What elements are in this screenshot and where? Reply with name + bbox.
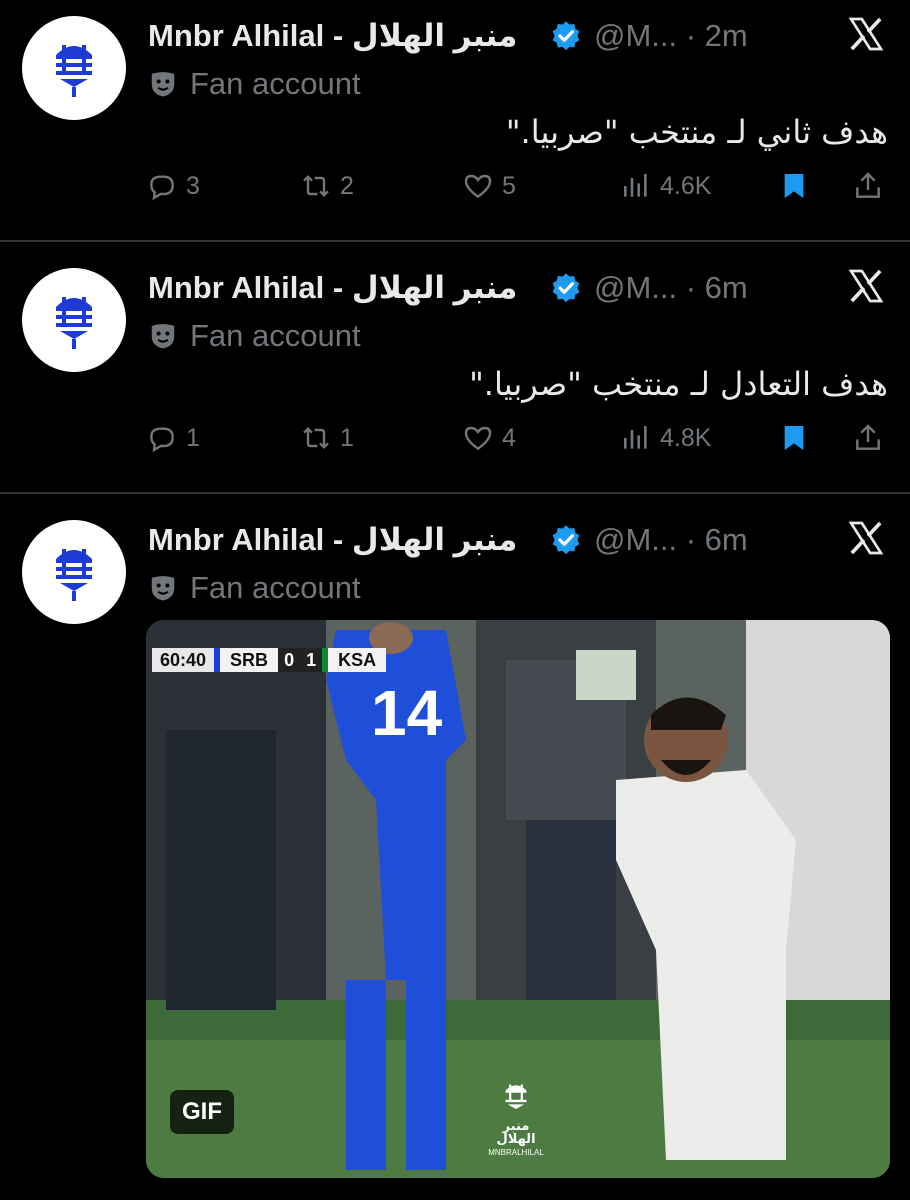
jersey-number: 14	[371, 677, 443, 749]
media-gif[interactable]: 14 60:40 SRB 0 1 KSA منبر الهلال MNBRALH…	[146, 620, 890, 1178]
fan-account-label: Fan account	[148, 318, 361, 354]
gif-badge[interactable]: GIF	[170, 1090, 234, 1134]
share-button[interactable]	[852, 170, 884, 202]
fan-account-label: Fan account	[148, 570, 361, 606]
alhilal-logo-icon	[56, 297, 92, 349]
like-count: 4	[502, 423, 516, 452]
repost-button[interactable]: 2	[300, 170, 354, 202]
avatar[interactable]	[22, 16, 126, 120]
handle-and-time[interactable]: @M... · 2m	[594, 18, 748, 54]
away-score: 1	[300, 648, 323, 672]
heart-icon	[464, 426, 492, 451]
repost-count: 2	[340, 171, 354, 200]
bookmark-button[interactable]	[778, 170, 810, 202]
verified-badge-icon[interactable]	[550, 524, 582, 556]
repost-icon	[303, 426, 329, 450]
display-name[interactable]: Mnbr Alhilal - منبر الهلال	[148, 522, 517, 558]
theater-mask-icon	[151, 72, 175, 97]
tweet-text: هدف التعادل لـ منتخب "صربيا."	[469, 365, 888, 403]
verified-badge-icon[interactable]	[550, 20, 582, 52]
action-bar: 3 2 5 4.6K	[0, 170, 910, 214]
x-logo-icon[interactable]	[846, 518, 886, 558]
bookmark-button[interactable]	[778, 422, 810, 454]
away-team: KSA	[328, 648, 387, 672]
reply-icon	[150, 175, 174, 201]
repost-button[interactable]: 1	[300, 422, 354, 454]
x-logo-icon[interactable]	[846, 14, 886, 54]
repost-count: 1	[340, 423, 354, 452]
handle-and-time[interactable]: @M... · 6m	[594, 522, 748, 558]
reply-icon	[150, 427, 174, 453]
reply-count: 3	[186, 171, 200, 200]
display-name[interactable]: Mnbr Alhilal - منبر الهلال	[148, 18, 517, 54]
fan-account-label: Fan account	[148, 66, 361, 102]
share-button[interactable]	[852, 422, 884, 454]
home-team: SRB	[220, 648, 279, 672]
like-button[interactable]: 4	[462, 422, 516, 454]
tweet-1[interactable]: Mnbr Alhilal - منبر الهلال @M... · 2m Fa…	[0, 0, 910, 240]
x-logo-icon[interactable]	[846, 266, 886, 306]
bookmark-filled-icon	[784, 426, 804, 450]
views-count: 4.8K	[660, 423, 712, 452]
verified-badge-icon[interactable]	[550, 272, 582, 304]
reply-count: 1	[186, 423, 200, 452]
home-score: 0	[278, 648, 301, 672]
views-chart-icon	[624, 174, 647, 197]
tweet-3[interactable]: Mnbr Alhilal - منبر الهلال @M... · 6m Fa…	[0, 494, 910, 1200]
share-icon	[856, 172, 880, 198]
theater-mask-icon	[151, 324, 175, 349]
badge-text: Fan account	[190, 570, 361, 605]
bookmark-filled-icon	[784, 174, 804, 198]
views-count: 4.6K	[660, 171, 712, 200]
theater-mask-icon	[151, 576, 175, 601]
reply-button[interactable]: 3	[146, 170, 200, 202]
tweet-text: هدف ثاني لـ منتخب "صربيا."	[505, 113, 888, 151]
views-chart-icon	[624, 426, 647, 449]
watermark: منبر الهلال MNBRALHILAL	[486, 1080, 546, 1159]
views-button[interactable]: 4.6K	[620, 170, 711, 202]
repost-icon	[303, 174, 329, 198]
alhilal-logo-icon	[56, 549, 92, 601]
views-button[interactable]: 4.8K	[620, 422, 711, 454]
avatar[interactable]	[22, 520, 126, 624]
like-count: 5	[502, 171, 516, 200]
avatar[interactable]	[22, 268, 126, 372]
handle-and-time[interactable]: @M... · 6m	[594, 270, 748, 306]
alhilal-logo-icon	[56, 45, 92, 97]
watermark-arabic: منبر الهلال	[496, 1119, 536, 1147]
display-name[interactable]: Mnbr Alhilal - منبر الهلال	[148, 270, 517, 306]
like-button[interactable]: 5	[462, 170, 516, 202]
action-bar: 1 1 4 4.8K	[0, 422, 910, 466]
alhilal-watermark-icon	[505, 1084, 527, 1110]
reply-button[interactable]: 1	[146, 422, 200, 454]
badge-text: Fan account	[190, 318, 361, 353]
heart-icon	[464, 174, 492, 199]
share-icon	[856, 424, 880, 450]
tweet-2[interactable]: Mnbr Alhilal - منبر الهلال @M... · 6m Fa…	[0, 242, 910, 492]
badge-text: Fan account	[190, 66, 361, 101]
scoreboard-overlay: 60:40 SRB 0 1 KSA	[152, 648, 387, 672]
watermark-latin: MNBRALHILAL	[488, 1148, 544, 1157]
match-clock: 60:40	[152, 648, 215, 672]
